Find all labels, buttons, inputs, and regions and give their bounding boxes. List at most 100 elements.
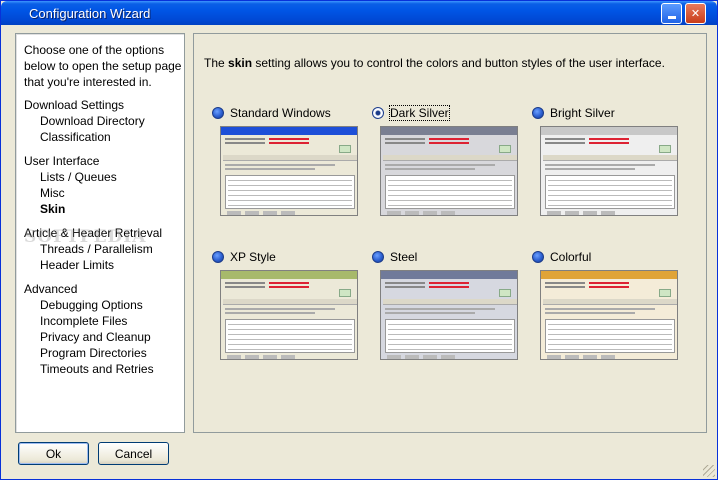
softpedia-watermark: SOFTPEDIA — [24, 227, 147, 247]
nav-group-gap — [24, 145, 184, 153]
preview-red-line — [589, 282, 629, 284]
nav-intro-text: Choose one of the options below to open … — [24, 43, 182, 89]
preview-check-icon — [499, 145, 511, 153]
preview-line — [225, 138, 265, 140]
nav-group-heading: Download Settings — [24, 98, 125, 112]
skin-preview-image[interactable] — [220, 270, 358, 360]
skin-radio-row-dark-silver[interactable]: Dark Silver — [372, 104, 522, 122]
preview-titlebar — [541, 127, 677, 135]
preview-line — [545, 142, 585, 144]
nav-group-gap — [24, 273, 184, 281]
nav-item-program-directories[interactable]: Program Directories — [24, 345, 184, 361]
skin-option-bright-silver: Bright Silver — [532, 104, 682, 216]
radio-button-icon[interactable] — [372, 251, 384, 263]
preview-line — [225, 312, 315, 314]
preview-row — [388, 334, 512, 335]
preview-red-line — [429, 142, 469, 144]
skin-preview-image[interactable] — [540, 270, 678, 360]
close-button[interactable]: ✕ — [685, 3, 706, 24]
nav-item-incomplete-files[interactable]: Incomplete Files — [24, 313, 184, 329]
preview-row — [228, 180, 352, 181]
preview-row — [548, 339, 672, 340]
desc-prefix: The — [204, 56, 229, 70]
radio-button-icon[interactable] — [212, 251, 224, 263]
skin-option-dark-silver: Dark Silver — [372, 104, 522, 216]
preview-titlebar — [221, 127, 357, 135]
preview-line — [225, 286, 265, 288]
window-title: Configuration Wizard — [29, 6, 151, 21]
preview-body — [221, 135, 357, 215]
radio-button-icon[interactable] — [532, 251, 544, 263]
preview-row — [548, 195, 672, 196]
preview-line — [385, 168, 475, 170]
skin-radio-row-colorful[interactable]: Colorful — [532, 248, 682, 266]
radio-button-icon[interactable] — [372, 107, 384, 119]
preview-tabs — [223, 299, 357, 305]
skin-preview-image[interactable] — [380, 126, 518, 216]
skin-option-steel: Steel — [372, 248, 522, 360]
preview-row — [228, 349, 352, 350]
skin-label: Dark Silver — [389, 105, 450, 121]
skin-label: Bright Silver — [550, 106, 615, 120]
nav-group-heading: Advanced — [24, 282, 78, 296]
skin-description: The skin setting allows you to control t… — [204, 56, 665, 70]
skin-radio-row-bright-silver[interactable]: Bright Silver — [532, 104, 682, 122]
preview-line — [385, 282, 425, 284]
preview-row — [388, 200, 512, 201]
preview-check-icon — [659, 289, 671, 297]
preview-line — [545, 164, 655, 166]
nav-item-debugging-options[interactable]: Debugging Options — [24, 297, 184, 313]
preview-row — [228, 334, 352, 335]
radio-button-icon[interactable] — [212, 107, 224, 119]
nav-item-skin[interactable]: Skin — [24, 201, 184, 217]
skin-preview-image[interactable] — [220, 126, 358, 216]
resize-grip[interactable] — [703, 465, 715, 477]
skin-option-standard-windows: Standard Windows — [212, 104, 362, 216]
preview-row — [228, 195, 352, 196]
nav-item-misc[interactable]: Misc — [24, 185, 184, 201]
close-icon: ✕ — [690, 8, 701, 20]
ok-button[interactable]: Ok — [18, 442, 89, 465]
preview-tabs — [383, 299, 517, 305]
preview-row — [388, 349, 512, 350]
preview-row — [228, 190, 352, 191]
preview-row — [388, 185, 512, 186]
preview-row — [548, 205, 672, 206]
preview-red-line — [429, 138, 469, 140]
preview-titlebar — [541, 271, 677, 279]
preview-buttons — [387, 211, 457, 215]
preview-row — [548, 334, 672, 335]
preview-row — [388, 195, 512, 196]
title-bar[interactable]: Configuration Wizard ✕ — [1, 1, 717, 25]
preview-row — [388, 324, 512, 325]
preview-row — [228, 205, 352, 206]
preview-grid — [385, 175, 515, 209]
preview-body — [541, 279, 677, 359]
skin-preview-image[interactable] — [540, 126, 678, 216]
preview-row — [228, 344, 352, 345]
nav-item-privacy-and-cleanup[interactable]: Privacy and Cleanup — [24, 329, 184, 345]
preview-row — [228, 339, 352, 340]
nav-item-download-directory[interactable]: Download Directory — [24, 113, 184, 129]
desc-bold: skin — [228, 56, 253, 70]
nav-item-header-limits[interactable]: Header Limits — [24, 257, 184, 273]
preview-line — [385, 286, 425, 288]
skin-radio-row-steel[interactable]: Steel — [372, 248, 522, 266]
desc-suffix: setting allows you to control the colors… — [252, 56, 665, 70]
radio-button-icon[interactable] — [532, 107, 544, 119]
skin-radio-row-xp-style[interactable]: XP Style — [212, 248, 362, 266]
skin-radio-row-standard-windows[interactable]: Standard Windows — [212, 104, 362, 122]
nav-item-timeouts-and-retries[interactable]: Timeouts and Retries — [24, 361, 184, 377]
minimize-button[interactable] — [661, 3, 682, 24]
skin-label: Colorful — [550, 250, 592, 264]
preview-row — [228, 329, 352, 330]
preview-buttons — [387, 355, 457, 359]
nav-item-lists-queues[interactable]: Lists / Queues — [24, 169, 184, 185]
nav-item-classification[interactable]: Classification — [24, 129, 184, 145]
cancel-button[interactable]: Cancel — [98, 442, 169, 465]
preview-line — [545, 286, 585, 288]
skin-preview-image[interactable] — [380, 270, 518, 360]
preview-row — [388, 190, 512, 191]
preview-buttons — [547, 355, 617, 359]
preview-row — [388, 344, 512, 345]
